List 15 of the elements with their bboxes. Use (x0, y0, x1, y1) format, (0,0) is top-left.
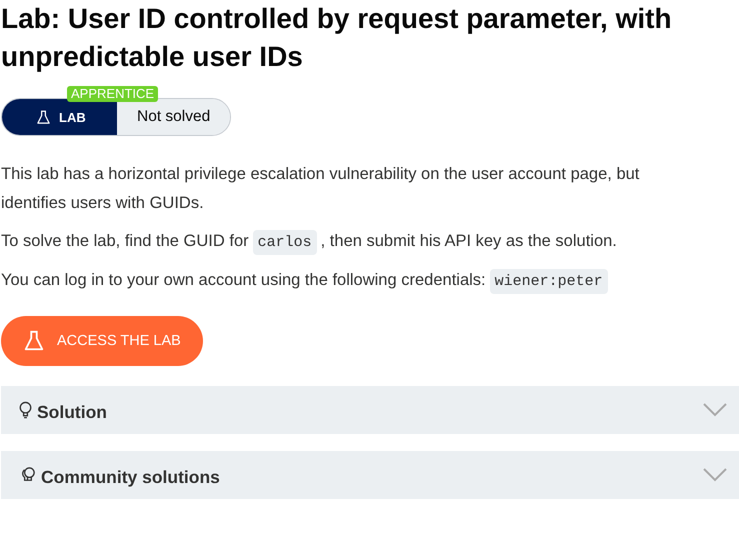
code-snippet: wiener:peter (490, 269, 608, 294)
description-text: , then submit his API key as the solution. (320, 232, 617, 250)
lightbulb-icon (18, 400, 33, 420)
description-text: To solve the lab, find the GUID for (1, 232, 249, 250)
code-snippet: carlos (252, 230, 317, 255)
accordion-header[interactable]: Community solutions (1, 451, 739, 499)
accordion-header[interactable]: Solution (1, 386, 739, 434)
flask-icon (36, 110, 51, 124)
lab-label: LAB (59, 110, 86, 124)
status-label: Not solved (117, 99, 230, 135)
description-text: This lab has a horizontal privilege escalation vulnerability on the user account page, but identifies users with GUIDs. (1, 165, 640, 212)
description-text: You can log in to your own account using the following credentials: (1, 271, 486, 289)
lab-title: Lab: User ID controlled by request parameter, with unpredictable user IDs (1, 2, 673, 74)
level-tag: APPRENTICE (67, 86, 158, 102)
flask-icon (23, 330, 45, 352)
